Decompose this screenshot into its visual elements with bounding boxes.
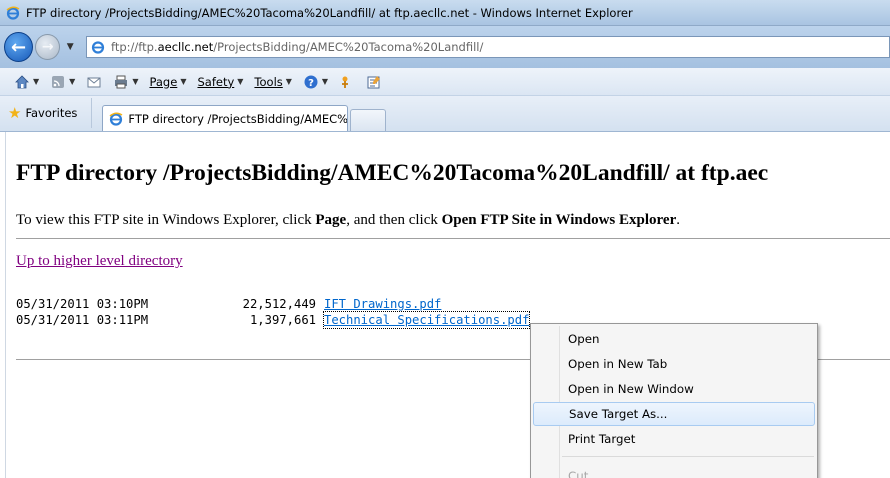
feed-icon	[50, 74, 66, 90]
file-date: 05/31/2011 03:10PM	[16, 297, 149, 311]
ctx-save-target-as[interactable]: Save Target As...	[533, 402, 815, 426]
research-icon	[339, 74, 355, 90]
ctx-open-new-tab[interactable]: Open in New Tab	[533, 352, 815, 376]
printer-icon	[113, 74, 129, 90]
up-directory-link[interactable]: Up to higher level directory	[16, 253, 183, 270]
help-icon: ?	[303, 74, 319, 90]
ctx-open[interactable]: Open	[533, 327, 815, 351]
favorites-button[interactable]: ★ Favorites	[8, 98, 93, 128]
favorites-bar: ★ Favorites FTP directory /ProjectsBiddi…	[0, 96, 890, 132]
print-button[interactable]: ▼	[109, 74, 142, 90]
back-button[interactable]: ←	[4, 32, 34, 62]
context-menu: Open Open in New Tab Open in New Window …	[530, 323, 818, 478]
file-size: 22,512,449	[242, 297, 316, 311]
title-bar: FTP directory /ProjectsBidding/AMEC%20Ta…	[0, 0, 890, 26]
tab-page-icon	[109, 112, 123, 126]
file-listing: 05/31/2011 03:10PM 22,512,449 IFT Drawin…	[16, 296, 531, 329]
ctx-print-target[interactable]: Print Target	[533, 427, 815, 451]
mail-icon	[86, 74, 102, 90]
content-left-border	[5, 132, 6, 478]
address-row: ← → ▼ ftp://ftp.aecllc.net/ProjectsBiddi…	[0, 26, 890, 68]
recent-pages-dropdown[interactable]: ▼	[64, 42, 76, 52]
instructions-text: To view this FTP site in Windows Explore…	[16, 212, 680, 228]
blog-button[interactable]	[362, 74, 386, 90]
divider-top	[16, 238, 890, 239]
new-tab-button[interactable]	[350, 109, 387, 131]
home-icon	[14, 74, 30, 90]
svg-text:?: ?	[308, 78, 314, 89]
tools-menu[interactable]: Tools ▼	[250, 75, 296, 89]
forward-button[interactable]: →	[35, 34, 61, 60]
page-menu[interactable]: Page ▼	[145, 75, 190, 89]
research-button[interactable]	[335, 74, 359, 90]
tab-label: FTP directory /ProjectsBidding/AMEC%20Ta…	[128, 111, 349, 126]
page-title: FTP directory /ProjectsBidding/AMEC%20Ta…	[16, 160, 769, 186]
file-link[interactable]: IFT Drawings.pdf	[324, 296, 441, 312]
page-icon	[91, 40, 105, 54]
back-arrow-icon: ←	[11, 36, 27, 58]
ctx-cut[interactable]: Cut	[533, 464, 815, 478]
context-menu-separator	[562, 456, 814, 457]
safety-menu[interactable]: Safety ▼	[193, 75, 247, 89]
favorites-star-icon: ★	[8, 104, 22, 122]
address-url: ftp://ftp.aecllc.net/ProjectsBidding/AME…	[110, 40, 484, 54]
window-title: FTP directory /ProjectsBidding/AMEC%20Ta…	[26, 5, 633, 20]
mail-button[interactable]	[82, 74, 106, 90]
blog-icon	[366, 74, 382, 90]
favorites-label: Favorites	[25, 106, 78, 120]
tab-ftp-directory[interactable]: FTP directory /ProjectsBidding/AMEC%20Ta…	[102, 105, 349, 131]
home-button[interactable]: ▼	[10, 74, 43, 90]
ctx-open-new-window[interactable]: Open in New Window	[533, 377, 815, 401]
help-button[interactable]: ? ▼	[299, 74, 332, 90]
command-bar: ▼ ▼ ▼ Page ▼ Safety ▼ Tools ▼ ? ▼	[0, 68, 890, 96]
feeds-button[interactable]: ▼	[46, 74, 79, 90]
file-date: 05/31/2011 03:11PM	[16, 313, 149, 327]
file-link[interactable]: Technical Specifications.pdf	[322, 311, 531, 329]
address-bar[interactable]: ftp://ftp.aecllc.net/ProjectsBidding/AME…	[85, 36, 890, 58]
file-row: 05/31/2011 03:11PM 1,397,661 Technical S…	[16, 311, 531, 329]
file-size: 1,397,661	[249, 313, 316, 327]
ie-logo-icon	[6, 6, 20, 20]
file-row: 05/31/2011 03:10PM 22,512,449 IFT Drawin…	[16, 296, 529, 312]
forward-arrow-icon: →	[41, 39, 54, 55]
